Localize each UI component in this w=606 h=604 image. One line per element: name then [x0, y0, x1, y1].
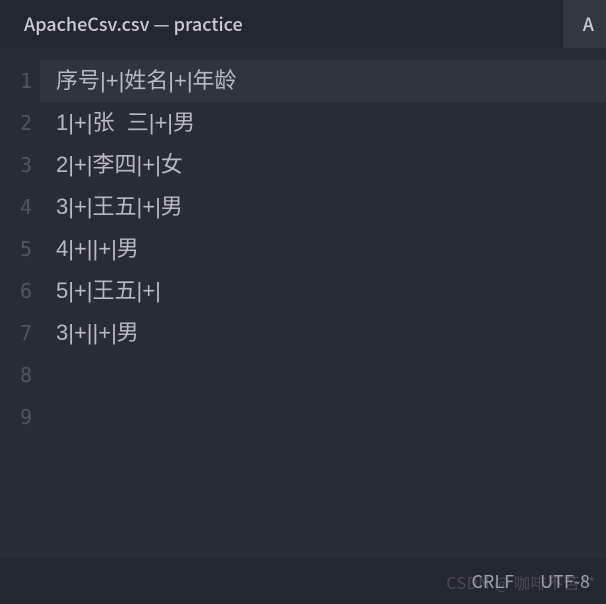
line-number: 6 — [0, 270, 40, 312]
code-line[interactable] — [40, 354, 606, 396]
line-number: 2 — [0, 102, 40, 144]
line-number: 3 — [0, 144, 40, 186]
tab-bar: ApacheCsv.csv — practice A — [0, 0, 606, 48]
editor-area: 123456789 序号|+|姓名|+|年龄1|+|张 三|+|男2|+|李四|… — [0, 48, 606, 558]
line-number: 7 — [0, 312, 40, 354]
line-number: 8 — [0, 354, 40, 396]
gutter: 123456789 — [0, 48, 40, 558]
code-line[interactable]: 4|+||+|男 — [40, 228, 606, 270]
code-line[interactable]: 3|+||+|男 — [40, 312, 606, 354]
status-encoding[interactable]: UTF-8 — [540, 568, 590, 594]
line-number: 9 — [0, 396, 40, 438]
status-line-ending[interactable]: CRLF — [471, 568, 514, 594]
code-line[interactable]: 5|+|王五|+| — [40, 270, 606, 312]
code-line[interactable]: 1|+|张 三|+|男 — [40, 102, 606, 144]
code-line[interactable]: 2|+|李四|+|女 — [40, 144, 606, 186]
code-line[interactable] — [40, 396, 606, 438]
code-content[interactable]: 序号|+|姓名|+|年龄1|+|张 三|+|男2|+|李四|+|女3|+|王五|… — [40, 48, 606, 558]
line-number: 1 — [0, 60, 40, 102]
tab-inactive[interactable]: A — [563, 0, 606, 48]
status-bar: CRLF UTF-8 — [0, 558, 606, 604]
code-line[interactable]: 3|+|王五|+|男 — [40, 186, 606, 228]
line-number: 4 — [0, 186, 40, 228]
line-number: 5 — [0, 228, 40, 270]
code-line[interactable]: 序号|+|姓名|+|年龄 — [40, 60, 606, 102]
tab-active[interactable]: ApacheCsv.csv — practice — [0, 0, 267, 48]
